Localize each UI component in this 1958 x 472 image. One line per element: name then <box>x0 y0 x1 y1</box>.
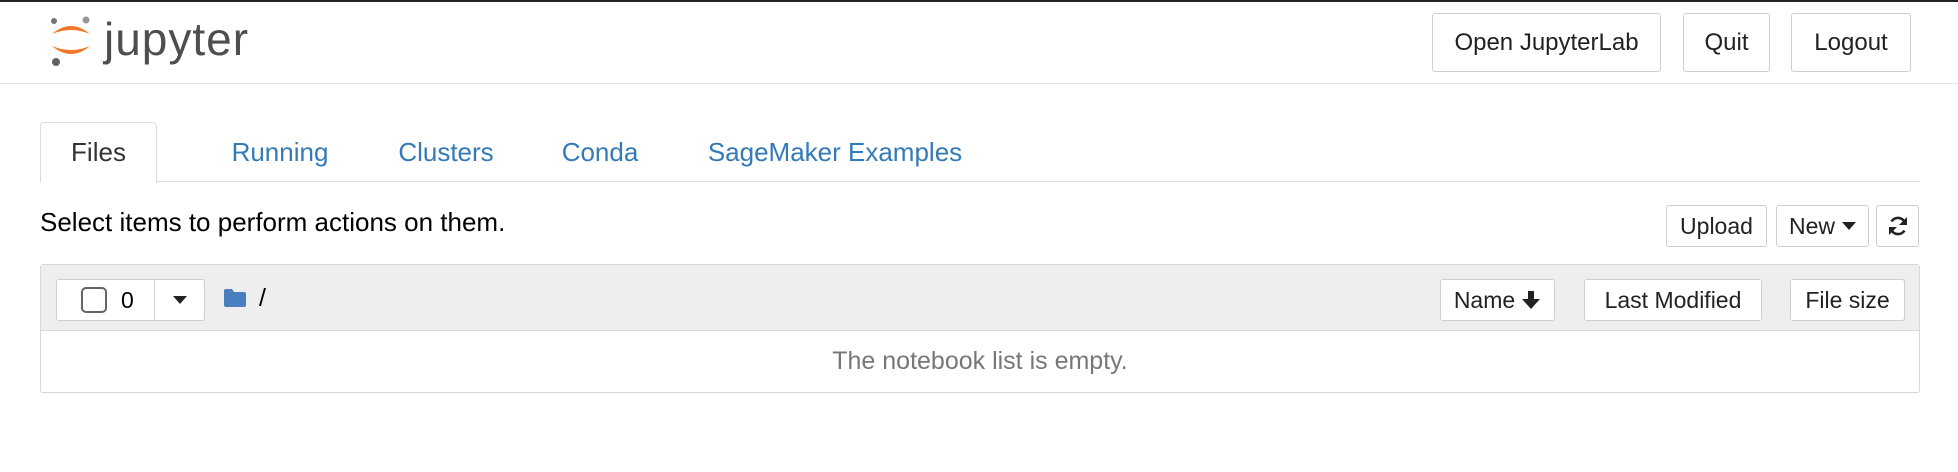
sort-name-button[interactable]: Name <box>1440 279 1555 321</box>
sort-name-label: Name <box>1453 286 1516 313</box>
logo-text: jupyter <box>104 13 250 65</box>
select-all-checkbox[interactable] <box>81 287 107 313</box>
tab-conda[interactable]: Conda <box>520 122 680 183</box>
sort-file-size-button[interactable]: File size <box>1790 279 1905 321</box>
notebook-list-header: 0 / Name Last Modified File size <box>41 265 1919 331</box>
select-all-toggle[interactable]: 0 <box>57 280 155 320</box>
breadcrumb: / <box>223 283 266 313</box>
selection-hint: Select items to perform actions on them. <box>40 207 506 237</box>
empty-list-message: The notebook list is empty. <box>832 347 1128 375</box>
chevron-down-icon <box>1842 222 1856 230</box>
jupyter-logo-icon <box>51 16 90 66</box>
folder-icon[interactable] <box>223 288 247 308</box>
chevron-down-icon <box>172 296 187 304</box>
header-bar: jupyter Open JupyterLab Quit Logout <box>0 2 1958 84</box>
arrow-down-icon <box>1522 291 1541 309</box>
select-menu-button[interactable] <box>155 280 204 320</box>
logout-button[interactable]: Logout <box>1791 13 1911 72</box>
select-all-group: 0 <box>56 279 205 321</box>
tab-bar: Files Running Clusters Conda SageMaker E… <box>40 122 1920 183</box>
tab-clusters[interactable]: Clusters <box>356 122 536 183</box>
notebook-list-panel: 0 / Name Last Modified File size The not… <box>40 264 1920 393</box>
tab-running[interactable]: Running <box>190 122 370 183</box>
tab-files[interactable]: Files <box>40 122 157 183</box>
refresh-icon <box>1888 216 1907 236</box>
selected-count: 0 <box>121 286 134 313</box>
open-jupyterlab-button[interactable]: Open JupyterLab <box>1432 13 1661 72</box>
new-button-label: New <box>1788 212 1835 239</box>
breadcrumb-root[interactable]: / <box>259 284 266 313</box>
refresh-button[interactable] <box>1876 205 1919 247</box>
tab-sagemaker-examples[interactable]: SageMaker Examples <box>660 122 1010 183</box>
quit-button[interactable]: Quit <box>1683 13 1770 72</box>
upload-button[interactable]: Upload <box>1666 205 1767 247</box>
new-dropdown-button[interactable]: New <box>1776 205 1869 247</box>
jupyter-logo[interactable]: jupyter <box>48 13 250 70</box>
sort-last-modified-button[interactable]: Last Modified <box>1584 279 1762 321</box>
